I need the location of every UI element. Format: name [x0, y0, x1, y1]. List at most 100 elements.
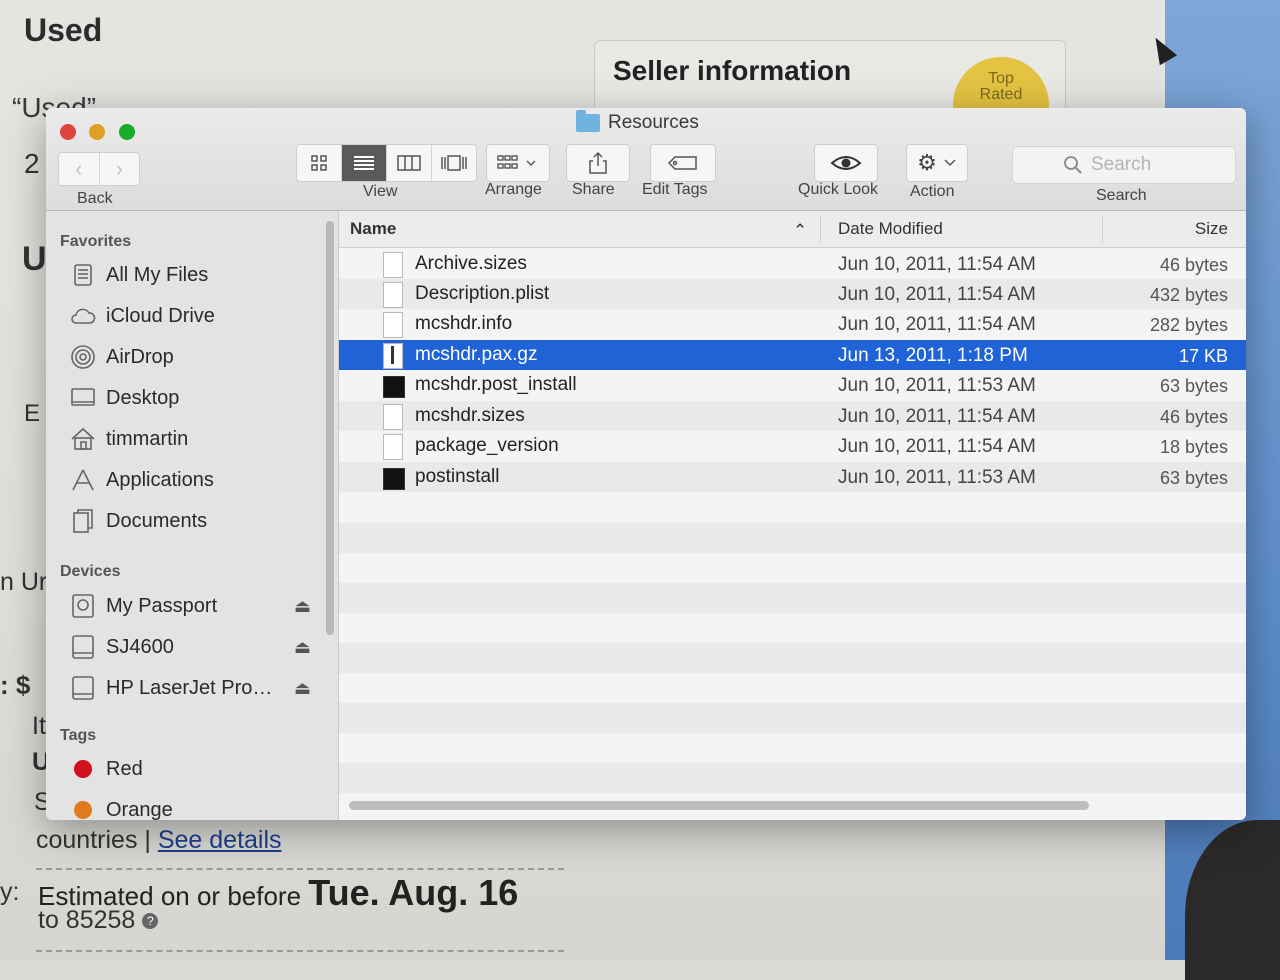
column-separator	[1102, 215, 1103, 243]
arrange-button[interactable]	[486, 144, 550, 182]
bg-fragment: y:	[0, 878, 20, 906]
view-label: View	[363, 183, 398, 200]
finder-toolbar: Resources ‹ › Back View Arrange Share Ed…	[46, 108, 1246, 211]
file-list: Name ⌃ Date Modified Size Archive.sizes …	[339, 211, 1246, 820]
list-view-button[interactable]	[342, 145, 387, 181]
sidebar-item-hp-laserjet[interactable]: HP LaserJet Pro…	[70, 670, 310, 706]
sidebar-item-my-passport[interactable]: My Passport	[70, 588, 310, 624]
sidebar-item-label: Orange	[106, 798, 173, 821]
top-rated-badge: Top Rated	[953, 57, 1049, 113]
sidebar-item-label: AirDrop	[106, 345, 174, 368]
home-icon	[70, 426, 96, 452]
sidebar-item-home[interactable]: timmartin	[70, 421, 310, 457]
chevron-down-icon	[944, 159, 956, 167]
action-button[interactable]: ⚙	[906, 144, 968, 182]
eject-icon[interactable]: ⏏	[294, 596, 311, 617]
file-row[interactable]: mcshdr.sizes Jun 10, 2011, 11:54 AM 46 b…	[339, 401, 1246, 431]
edit-tags-button[interactable]	[650, 144, 716, 182]
maximize-window-button[interactable]	[119, 124, 135, 140]
sidebar-item-all-my-files[interactable]: All My Files	[70, 257, 310, 293]
file-row[interactable]: Description.plist Jun 10, 2011, 11:54 AM…	[339, 279, 1246, 309]
tag-color-dot-icon	[70, 756, 96, 782]
estimated-date: Tue. Aug. 16	[308, 872, 519, 913]
back-button[interactable]: ‹	[59, 153, 100, 185]
tags-heading: Tags	[60, 727, 97, 744]
desktop-icon	[70, 385, 96, 411]
document-icon	[383, 282, 403, 308]
column-header-size[interactable]: Size	[1195, 219, 1228, 239]
eject-icon[interactable]: ⏏	[294, 678, 311, 699]
sidebar-item-label: timmartin	[106, 427, 189, 450]
chevron-right-icon: ›	[115, 156, 123, 181]
share-label: Share	[572, 181, 615, 198]
list-view-icon	[354, 156, 374, 170]
sidebar-item-tag-red[interactable]: Red	[70, 751, 310, 787]
window-title-text: Resources	[608, 112, 699, 133]
sidebar-item-tag-orange[interactable]: Orange	[70, 792, 310, 820]
quick-look-label: Quick Look	[798, 181, 879, 198]
horizontal-scrollbar[interactable]	[349, 801, 1089, 810]
cover-flow-button[interactable]	[432, 145, 476, 181]
file-date: Jun 10, 2011, 11:54 AM	[838, 436, 1036, 457]
icon-view-button[interactable]	[297, 145, 342, 181]
terminal-icon	[383, 468, 405, 490]
sidebar-item-icloud-drive[interactable]: iCloud Drive	[70, 298, 310, 334]
file-name: mcshdr.sizes	[415, 405, 525, 426]
minimize-window-button[interactable]	[89, 124, 105, 140]
search-input[interactable]	[1089, 153, 1185, 177]
divider	[36, 868, 564, 870]
column-view-icon	[397, 155, 421, 171]
sidebar-item-airdrop[interactable]: AirDrop	[70, 339, 310, 375]
help-icon[interactable]: ?	[142, 913, 159, 930]
sidebar-item-sj4600[interactable]: SJ4600	[70, 629, 310, 665]
edit-tags-label: Edit Tags	[642, 181, 708, 198]
quick-look-button[interactable]	[814, 144, 878, 182]
tag-icon	[667, 156, 697, 170]
file-name: Archive.sizes	[415, 253, 527, 274]
column-header-date[interactable]: Date Modified	[838, 219, 943, 239]
share-button[interactable]	[566, 144, 630, 182]
finder-sidebar: Favorites All My Files iCloud Drive AirD…	[46, 211, 339, 820]
sidebar-item-desktop[interactable]: Desktop	[70, 380, 310, 416]
file-row[interactable]: mcshdr.info Jun 10, 2011, 11:54 AM 282 b…	[339, 309, 1246, 339]
close-window-button[interactable]	[60, 124, 76, 140]
sidebar-item-documents[interactable]: Documents	[70, 503, 310, 539]
search-field[interactable]	[1012, 146, 1236, 184]
drive-icon	[70, 593, 96, 619]
forward-button[interactable]: ›	[100, 153, 140, 185]
tag-color-dot-icon	[70, 797, 96, 820]
column-view-button[interactable]	[387, 145, 432, 181]
delivery-zip: to 85258 ?	[38, 906, 159, 935]
sidebar-scrollbar[interactable]	[326, 221, 334, 635]
window-title: Resources	[576, 110, 699, 136]
sidebar-item-label: Applications	[106, 468, 214, 491]
document-icon	[383, 252, 403, 278]
chevron-left-icon: ‹	[75, 156, 83, 181]
file-row[interactable]: postinstall Jun 10, 2011, 11:53 AM 63 by…	[339, 462, 1246, 492]
column-header-name[interactable]: Name	[350, 219, 396, 239]
file-row[interactable]: package_version Jun 10, 2011, 11:54 AM 1…	[339, 431, 1246, 461]
file-size: 18 bytes	[1159, 437, 1228, 457]
sidebar-item-applications[interactable]: Applications	[70, 462, 310, 498]
file-row-selected[interactable]: mcshdr.pax.gz Jun 13, 2011, 1:18 PM 17 K…	[339, 340, 1246, 370]
document-icon	[383, 312, 403, 338]
file-name: Description.plist	[415, 283, 550, 304]
seller-info-title: Seller information	[613, 55, 852, 86]
sidebar-item-label: iCloud Drive	[106, 304, 215, 327]
eject-icon[interactable]: ⏏	[294, 637, 311, 658]
file-name: mcshdr.post_install	[415, 374, 577, 395]
file-row[interactable]: mcshdr.post_install Jun 10, 2011, 11:53 …	[339, 370, 1246, 400]
file-date: Jun 10, 2011, 11:53 AM	[838, 375, 1036, 396]
empty-row	[339, 703, 1246, 733]
sort-ascending-icon: ⌃	[793, 221, 808, 240]
sidebar-item-label: HP LaserJet Pro…	[106, 676, 273, 699]
column-separator	[820, 215, 821, 243]
icon-view-icon	[311, 155, 327, 171]
all-files-icon	[70, 262, 96, 288]
see-details-link[interactable]: See details	[158, 826, 282, 854]
sidebar-item-label: Documents	[106, 509, 208, 532]
empty-row	[339, 613, 1246, 643]
file-date: Jun 13, 2011, 1:18 PM	[838, 345, 1028, 366]
search-icon	[1064, 156, 1082, 174]
file-row[interactable]: Archive.sizes Jun 10, 2011, 11:54 AM 46 …	[339, 249, 1246, 279]
